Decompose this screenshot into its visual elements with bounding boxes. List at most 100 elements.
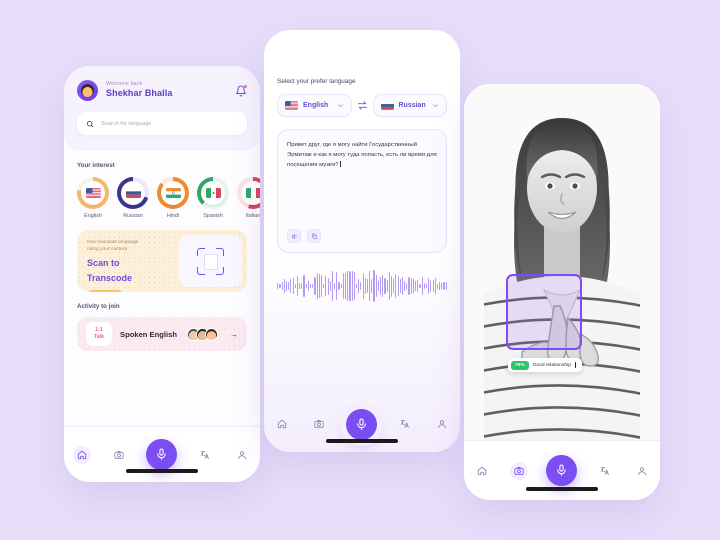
nav-camera-icon[interactable]	[310, 415, 328, 433]
home-indicator	[526, 487, 598, 491]
promo-subtitle-line1: Now translate language	[87, 240, 139, 245]
nav-camera-icon[interactable]	[509, 461, 528, 480]
flag-label: Hindi	[166, 213, 180, 219]
mic-button[interactable]	[546, 455, 578, 486]
chevron-down-icon	[433, 104, 438, 108]
nav-translate-icon[interactable]	[596, 462, 614, 480]
activity-arrow-icon[interactable]: →	[230, 330, 238, 339]
scan-frame-icon	[197, 247, 224, 275]
copy-icon[interactable]	[307, 229, 321, 243]
source-language-name: English	[303, 102, 329, 109]
flag-circle	[121, 181, 145, 205]
badge-caret	[574, 362, 577, 368]
progress-ring	[117, 177, 149, 209]
avatar[interactable]	[77, 80, 98, 101]
promo-title-line2: Transcode	[87, 272, 133, 283]
camera-viewfinder[interactable]: 70% Good relationship	[464, 84, 660, 440]
interest-title: Your interest	[77, 162, 115, 169]
swap-arrows-icon[interactable]	[357, 100, 368, 111]
progress-ring	[77, 177, 109, 209]
progress-ring	[157, 177, 189, 209]
promo-title-line1: Scan to	[87, 257, 120, 268]
user-names: Welcome back Shekhar Bhalla	[106, 80, 227, 100]
target-language-select[interactable]: Russian	[372, 94, 447, 117]
welcome-label: Welcome back	[106, 80, 143, 87]
participant-avatars	[187, 327, 218, 341]
sign-language-detection-box	[506, 274, 582, 350]
nav-profile-icon[interactable]	[633, 462, 651, 480]
promo-text: Now translate language using your camera…	[77, 230, 179, 292]
phone-translate-screen: Select your prefer language English Russ…	[264, 30, 460, 452]
home-body: Your interest English Russian Hindi Span…	[64, 151, 260, 351]
flag-circle	[81, 181, 105, 205]
home-indicator	[326, 439, 398, 443]
nav-profile-icon[interactable]	[433, 415, 451, 433]
target-language-name: Russian	[398, 102, 426, 109]
textarea-actions	[287, 229, 321, 243]
search-input[interactable]: Search for language	[77, 112, 247, 135]
talk-badge: 1:1 Talk	[86, 322, 112, 346]
nav-camera-icon[interactable]	[110, 446, 128, 464]
flag-ru-icon	[125, 188, 141, 198]
home-header: Welcome back Shekhar Bhalla Search for l…	[64, 66, 260, 151]
flag-label: English	[84, 213, 102, 219]
detection-badge: 70% Good relationship	[508, 358, 583, 372]
interest-item-italian[interactable]: Italian	[237, 177, 260, 219]
progress-ring	[237, 177, 260, 209]
try-now-button[interactable]: Try Now	[87, 290, 125, 292]
nav-translate-icon[interactable]	[396, 415, 414, 433]
flag-circle	[161, 181, 185, 205]
flag-us-icon	[285, 101, 298, 110]
flag-ru-icon	[380, 101, 394, 110]
nav-home-icon[interactable]	[273, 415, 291, 433]
notification-bell-icon[interactable]	[235, 84, 247, 97]
translation-textarea[interactable]: Привет друг, где я могу найти Государств…	[277, 129, 447, 253]
flag-in-icon	[165, 188, 181, 198]
interest-item-english[interactable]: English	[77, 177, 109, 219]
user-name: Shekhar Bhalla	[106, 88, 173, 99]
notification-dot	[243, 84, 247, 88]
nav-home-icon[interactable]	[73, 445, 92, 464]
canvas: Welcome back Shekhar Bhalla Search for l…	[0, 0, 720, 540]
avatar	[205, 327, 218, 341]
bottom-nav	[64, 426, 260, 482]
interest-item-hindi[interactable]: Hindi	[157, 177, 189, 219]
audio-waveform[interactable]	[277, 269, 447, 303]
nav-home-icon[interactable]	[473, 462, 491, 480]
flag-label: Russian	[123, 213, 143, 219]
talk-badge-line1: 1:1	[95, 326, 103, 333]
text-caret	[339, 161, 342, 168]
source-language-select[interactable]: English	[277, 94, 352, 117]
mic-button[interactable]	[146, 439, 178, 470]
activity-title: Activity to join	[77, 303, 120, 310]
search-placeholder: Search for language	[101, 120, 152, 127]
activity-name: Spoken English	[120, 329, 177, 339]
avatar-face-icon	[81, 84, 94, 97]
confidence-percent: 70%	[511, 360, 529, 370]
talk-badge-line2: Talk	[94, 333, 104, 340]
flag-us-icon	[85, 188, 101, 198]
bottom-nav	[464, 440, 660, 500]
flag-label: Italian	[245, 213, 260, 219]
search-icon	[86, 120, 94, 127]
speaker-icon[interactable]	[287, 229, 301, 243]
activity-card-spoken-english[interactable]: 1:1 Talk Spoken English →	[77, 317, 247, 351]
select-language-label: Select your prefer language	[277, 78, 356, 85]
flag-it-icon	[245, 188, 260, 198]
bottom-nav	[264, 396, 460, 452]
phone-camera-screen: 70% Good relationship	[464, 84, 660, 500]
nav-profile-icon[interactable]	[233, 446, 251, 464]
scan-promo-card[interactable]: Now translate language using your camera…	[77, 230, 247, 292]
progress-ring	[197, 177, 229, 209]
translation-text: Привет друг, где я могу найти Государств…	[287, 142, 437, 169]
interest-item-spanish[interactable]: Spanish	[197, 177, 229, 219]
flag-circle	[201, 181, 225, 205]
nav-translate-icon[interactable]	[196, 446, 214, 464]
promo-subtitle-line2: using your camera	[87, 247, 128, 253]
flag-mx-icon	[205, 188, 221, 198]
phone-home-screen: Welcome back Shekhar Bhalla Search for l…	[64, 66, 260, 482]
mic-button[interactable]	[346, 408, 378, 440]
translate-body: Select your prefer language English Russ…	[264, 30, 460, 303]
user-row: Welcome back Shekhar Bhalla	[77, 80, 247, 101]
interest-item-russian[interactable]: Russian	[117, 177, 149, 219]
